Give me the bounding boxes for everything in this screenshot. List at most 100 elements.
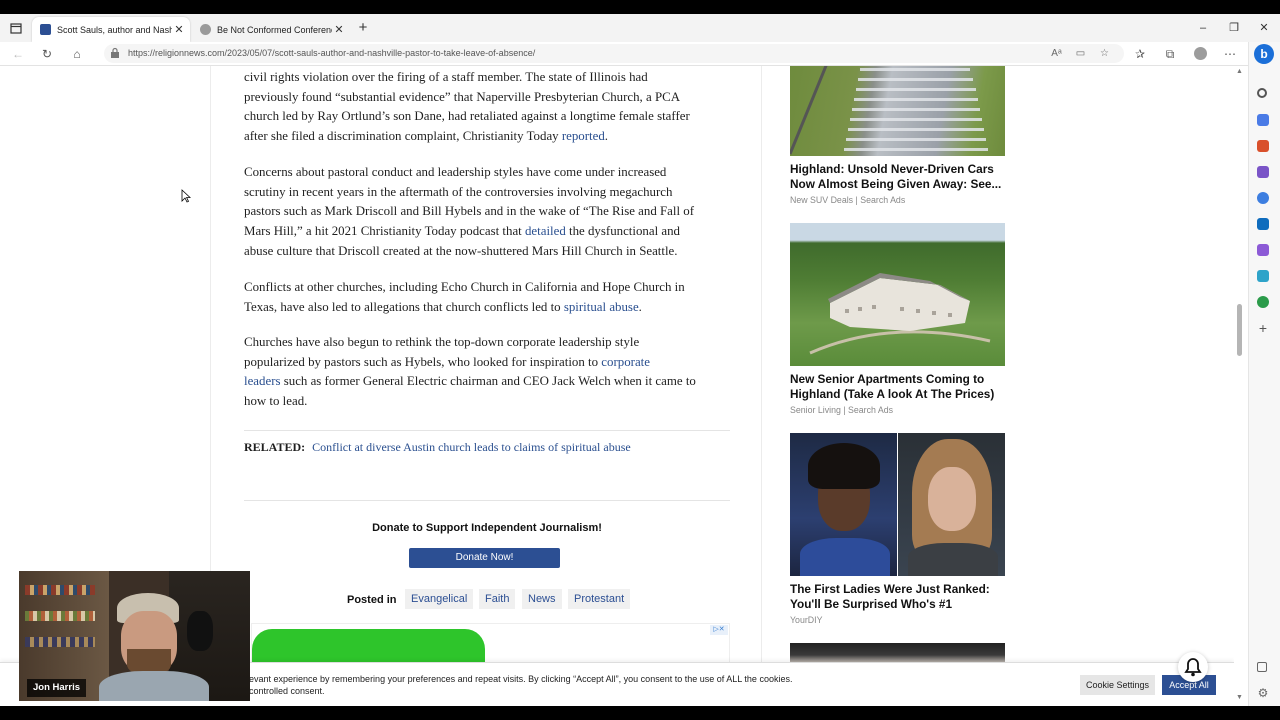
text-line: Conflicts at other churches, including E… [244,280,685,294]
paragraph-2: Concerns about pastoral conduct and lead… [244,163,730,262]
text-line: previously found “substantial evidence” … [244,89,681,104]
article-column: Earlier this year, the church received a… [210,66,762,706]
ad-image-portraits [790,433,1005,576]
text-fragment: . [604,129,609,144]
tag-evangelical[interactable]: Evangelical [405,589,474,609]
ad-source: YourDIY [790,615,823,625]
text-line: Mars Hill,” a hit 2021 Christianity Toda… [244,222,730,242]
text-line: Concerns about pastoral conduct and lead… [244,165,667,179]
text-line: Texas, have also led to allegations that… [244,298,730,318]
webcam-overlay: Jon Harris [19,571,250,701]
profile-avatar-icon[interactable] [1192,46,1208,62]
address-field[interactable]: https://religionnews.com/2023/05/07/scot… [104,44,1124,63]
edge-sidebar: b + ⚙ [1248,42,1280,706]
home-icon[interactable]: ⌂ [69,46,85,62]
cookie-text: evant experience by remembering your pre… [249,674,793,684]
ad-source: Senior Living | Search Ads [790,405,894,415]
divider [244,500,730,501]
ad-title[interactable]: The First Ladies Were Just Ranked: You'l… [790,582,1005,612]
search-icon[interactable] [1257,88,1267,98]
text-line: popularized by pastors such as Hybels, w… [244,353,730,373]
more-menu-icon[interactable]: ⋯ [1222,46,1238,62]
tools-icon[interactable] [1257,140,1269,152]
paragraph-3: Conflicts at other churches, including E… [244,278,730,317]
text-fragment: the dysfunctional and [565,224,680,239]
shirt-graphic [99,671,209,701]
text-fragment: popularized by pastors such as Hybels, w… [244,354,602,369]
cookie-message: evant experience by remembering your pre… [249,673,839,697]
tab-be-not-conformed[interactable]: Be Not Conformed Conference - ✕ [192,17,350,42]
url-text: https://religionnews.com/2023/05/07/scot… [128,48,536,58]
microphone-graphic [187,611,213,651]
lock-icon [111,47,119,58]
restore-icon[interactable]: ❐ [1226,20,1242,36]
close-window-icon[interactable]: ✕ [1256,20,1272,36]
close-tab-icon[interactable]: ✕ [172,23,186,36]
streamer-name-tag: Jon Harris [27,679,86,697]
donate-heading: Donate to Support Independent Journalism… [372,522,602,534]
tag-faith[interactable]: Faith [479,589,516,609]
read-aloud-icon[interactable]: Aᵃ [1050,47,1063,60]
scroll-down-icon[interactable]: ▼ [1236,694,1243,701]
back-icon[interactable]: ← [10,46,26,62]
text-line: how to lead. [244,394,308,409]
corporate-leaders-link[interactable]: leaders [244,374,281,388]
ad-source: New SUV Deals | Search Ads [790,195,906,205]
tab-actions-icon[interactable] [8,20,24,36]
tag-protestant[interactable]: Protestant [568,589,631,609]
text-line: after she filed a discrimination complai… [244,127,730,147]
paragraph-4: Churches have also begun to rethink the … [244,333,730,412]
donate-button[interactable]: Donate Now! [409,548,560,568]
bing-chat-icon[interactable]: b [1254,44,1274,64]
new-tab-icon[interactable]: + [356,20,370,36]
portrait-left [790,433,897,576]
related-article-link[interactable]: Conflict at diverse Austin church leads … [312,440,631,454]
text-line: leaders such as former General Electric … [244,372,730,392]
posted-in-label: Posted in [347,594,397,606]
games-icon[interactable] [1257,166,1269,178]
text-fragment: such as former General Electric chairman… [280,374,696,389]
text-fragment: . [638,299,642,314]
corporate-leaders-link[interactable]: corporate [601,355,650,369]
favorite-star-icon[interactable]: ☆ [1098,47,1111,60]
cookie-settings-button[interactable]: Cookie Settings [1080,675,1155,695]
rns-favicon-icon [40,24,51,35]
outlook-icon[interactable] [1257,218,1269,230]
portrait-right [898,433,1005,576]
scrollbar-thumb[interactable] [1237,304,1242,356]
related-block: RELATED: Conflict at diverse Austin chur… [244,430,730,455]
tree-icon[interactable] [1257,296,1269,308]
ad-title[interactable]: New Senior Apartments Coming to Highland… [790,372,1005,402]
spiritual-abuse-link[interactable]: spiritual abuse [564,300,639,314]
refresh-icon[interactable]: ↻ [39,46,55,62]
ad-choices-icon[interactable]: ▷✕ [710,625,728,635]
scroll-up-icon[interactable]: ▲ [1236,68,1243,75]
add-sidebar-app-icon[interactable]: + [1257,321,1269,335]
reported-link[interactable]: reported [562,129,605,143]
designer-icon[interactable] [1257,244,1269,256]
tab-strip: Scott Sauls, author and Nashville ✕ Be N… [0,14,1280,42]
favorites-icon[interactable]: ✰ [1132,46,1148,62]
shopping-icon[interactable] [1257,114,1269,126]
microsoft-365-icon[interactable] [1257,192,1269,204]
drop-icon[interactable] [1257,270,1269,282]
tab-title: Scott Sauls, author and Nashville [57,24,172,35]
page-favicon-icon [200,24,211,35]
notification-bell-icon[interactable] [1178,652,1208,682]
text-line: scrutiny in recent years in the aftermat… [244,184,673,199]
close-tab-icon[interactable]: ✕ [332,23,346,36]
text-line: abuse culture that Driscoll created at t… [244,243,678,258]
tag-news[interactable]: News [522,589,562,609]
reader-view-icon[interactable]: ▭ [1074,47,1087,60]
text-line: church led by Ray Ortlund’s son Dane, ha… [244,109,690,124]
page-scrollbar[interactable]: ▲ ▼ [1234,66,1246,706]
text-fragment: Mars Hill,” a hit 2021 Christianity Toda… [244,224,525,239]
collections-icon[interactable]: ⧉ [1162,46,1178,62]
ad-title[interactable]: Highland: Unsold Never-Driven Cars Now A… [790,162,1005,192]
sidebar-toggle-icon[interactable] [1257,662,1267,672]
tab-scott-sauls[interactable]: Scott Sauls, author and Nashville ✕ [32,17,190,42]
mouse-cursor-icon [181,189,191,203]
settings-gear-icon[interactable]: ⚙ [1257,687,1269,699]
minimize-icon[interactable]: – [1195,20,1211,36]
detailed-link[interactable]: detailed [525,224,566,238]
